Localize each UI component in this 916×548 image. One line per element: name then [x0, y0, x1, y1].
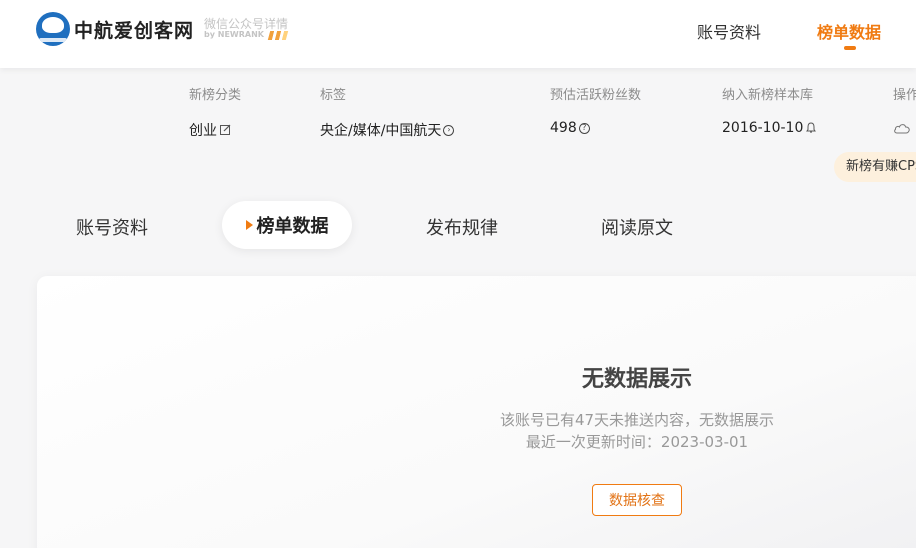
- sub-brand: 微信公众号详情 by NEWRANK: [204, 17, 289, 40]
- empty-state-update-time: 最近一次更新时间：2023-03-01: [525, 433, 749, 451]
- data-check-button[interactable]: 数据核查: [592, 484, 682, 516]
- category-value: 创业: [189, 123, 217, 139]
- nav-account-info[interactable]: 账号资料: [697, 19, 761, 43]
- play-triangle-icon: [245, 220, 253, 230]
- empty-state-title: 无数据展示: [581, 367, 692, 392]
- header-operation: 操作: [893, 88, 916, 103]
- sub-brand-byline: by NEWRANK: [204, 30, 289, 40]
- nav-active-indicator: [844, 46, 856, 50]
- arrow-circle-icon[interactable]: ›: [443, 124, 455, 136]
- active-fans-cell: 498 ?: [550, 120, 590, 136]
- brand-logo-icon: [36, 12, 70, 46]
- logo[interactable]: 中航爱创客网 微信公众号详情 by NEWRANK: [36, 12, 289, 46]
- bell-icon: [806, 121, 817, 135]
- empty-state-message: 该账号已有47天未推送内容，无数据展示: [499, 411, 775, 429]
- top-header: 中航爱创客网 微信公众号详情 by NEWRANK 账号资料 榜单数据: [0, 0, 916, 68]
- header-sample-library: 纳入新榜样本库: [722, 88, 814, 103]
- newrank-logo-icon: [267, 30, 289, 40]
- tags-value: 央企/媒体/中国航天: [320, 123, 442, 139]
- tab-read-original[interactable]: 阅读原文: [601, 214, 673, 240]
- tags-cell[interactable]: 央企/媒体/中国航天 ›: [320, 120, 455, 140]
- tab-rank-data[interactable]: 榜单数据: [222, 201, 352, 249]
- header-category: 新榜分类: [189, 88, 242, 103]
- category-cell[interactable]: 创业: [189, 120, 231, 140]
- header-tags: 标签: [320, 88, 347, 103]
- tab-publish-pattern[interactable]: 发布规律: [426, 214, 498, 240]
- cloud-icon[interactable]: [893, 122, 911, 134]
- nav-rank-data[interactable]: 榜单数据: [817, 19, 881, 43]
- sub-brand-title: 微信公众号详情: [204, 17, 289, 32]
- sample-date-value: 2016-10-10: [722, 120, 804, 136]
- sample-date-cell: 2016-10-10: [722, 120, 817, 136]
- active-fans-value: 498: [550, 120, 577, 136]
- question-circle-icon[interactable]: ?: [578, 122, 590, 134]
- brand-name: 中航爱创客网: [74, 19, 195, 42]
- header-active-fans: 预估活跃粉丝数: [550, 88, 642, 103]
- tab-account-info[interactable]: 账号资料: [76, 214, 148, 240]
- tab-rank-data-label: 榜单数据: [256, 216, 329, 237]
- edit-icon[interactable]: [220, 124, 231, 137]
- promo-badge[interactable]: 新榜有赚CPS: [834, 152, 916, 182]
